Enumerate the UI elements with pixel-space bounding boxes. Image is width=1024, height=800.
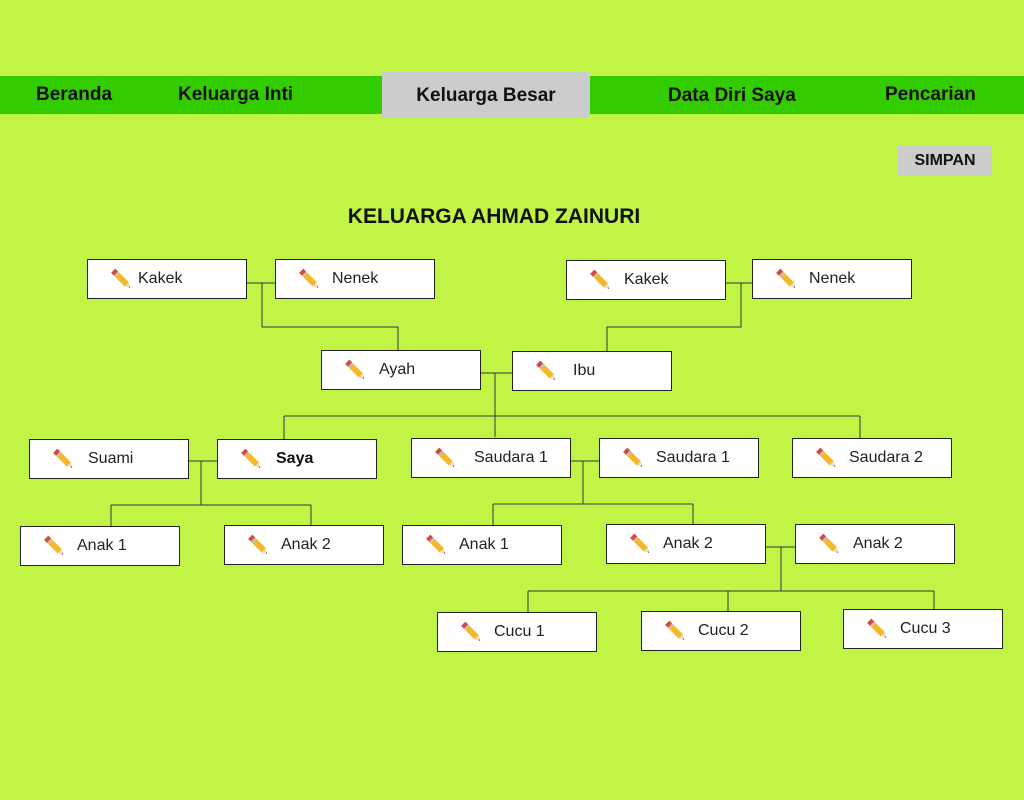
tree-connectors	[110, 282, 935, 612]
person-card-cucu-1[interactable]: Cucu 1	[437, 612, 597, 652]
person-name: Kakek	[624, 271, 669, 288]
person-name: Saudara 2	[849, 449, 923, 466]
person-card-anak-1-saudara[interactable]: Anak 1	[402, 525, 562, 565]
pencil-edit-icon[interactable]	[296, 267, 322, 293]
person-card-cucu-2[interactable]: Cucu 2	[641, 611, 801, 651]
person-name: Anak 1	[459, 536, 509, 553]
person-card-kakek-ibu[interactable]: Kakek	[566, 260, 726, 300]
person-card-saudara-1-b[interactable]: Saudara 1	[599, 438, 759, 478]
pencil-edit-icon[interactable]	[587, 268, 613, 294]
pencil-edit-icon[interactable]	[108, 267, 134, 293]
person-card-anak-1-saya[interactable]: Anak 1	[20, 526, 180, 566]
pencil-edit-icon[interactable]	[432, 446, 458, 472]
person-card-saudara-1-a[interactable]: Saudara 1	[411, 438, 571, 478]
pencil-edit-icon[interactable]	[864, 617, 890, 643]
person-name: Nenek	[809, 270, 856, 287]
person-card-anak-2-saudara-a[interactable]: Anak 2	[606, 524, 766, 564]
pencil-edit-icon[interactable]	[533, 359, 559, 385]
person-card-anak-2-saudara-b[interactable]: Anak 2	[795, 524, 955, 564]
person-card-anak-2-saya[interactable]: Anak 2	[224, 525, 384, 565]
person-card-ibu[interactable]: Ibu	[512, 351, 672, 391]
person-name: Anak 2	[663, 535, 713, 552]
pencil-edit-icon[interactable]	[627, 532, 653, 558]
person-name: Ayah	[379, 361, 416, 378]
pencil-edit-icon[interactable]	[342, 358, 368, 384]
person-card-saya[interactable]: Saya	[217, 439, 377, 479]
person-card-suami[interactable]: Suami	[29, 439, 189, 479]
person-name: Cucu 2	[698, 622, 749, 639]
pencil-edit-icon[interactable]	[773, 267, 799, 293]
pencil-edit-icon[interactable]	[620, 446, 646, 472]
pencil-edit-icon[interactable]	[458, 620, 484, 646]
pencil-edit-icon[interactable]	[50, 447, 76, 473]
person-name: Cucu 3	[900, 620, 951, 637]
person-name: Suami	[88, 450, 134, 467]
pencil-edit-icon[interactable]	[245, 533, 271, 559]
person-name: Anak 1	[77, 537, 127, 554]
person-card-nenek-ibu[interactable]: Nenek	[752, 259, 912, 299]
person-card-kakek-ayah[interactable]: Kakek	[87, 259, 247, 299]
person-name: Kakek	[138, 270, 183, 287]
person-name: Saudara 1	[474, 449, 548, 466]
pencil-edit-icon[interactable]	[238, 447, 264, 473]
pencil-edit-icon[interactable]	[813, 446, 839, 472]
pencil-edit-icon[interactable]	[41, 534, 67, 560]
person-card-ayah[interactable]: Ayah	[321, 350, 481, 390]
pencil-edit-icon[interactable]	[423, 533, 449, 559]
pencil-edit-icon[interactable]	[816, 532, 842, 558]
person-name: Saya	[276, 450, 314, 467]
person-name: Cucu 1	[494, 623, 545, 640]
person-card-nenek-ayah[interactable]: Nenek	[275, 259, 435, 299]
pencil-edit-icon[interactable]	[662, 619, 688, 645]
person-card-saudara-2[interactable]: Saudara 2	[792, 438, 952, 478]
person-name: Anak 2	[853, 535, 903, 552]
person-card-cucu-3[interactable]: Cucu 3	[843, 609, 1003, 649]
person-name: Anak 2	[281, 536, 331, 553]
person-name: Nenek	[332, 270, 379, 287]
person-name: Ibu	[573, 362, 596, 379]
person-name: Saudara 1	[656, 449, 730, 466]
